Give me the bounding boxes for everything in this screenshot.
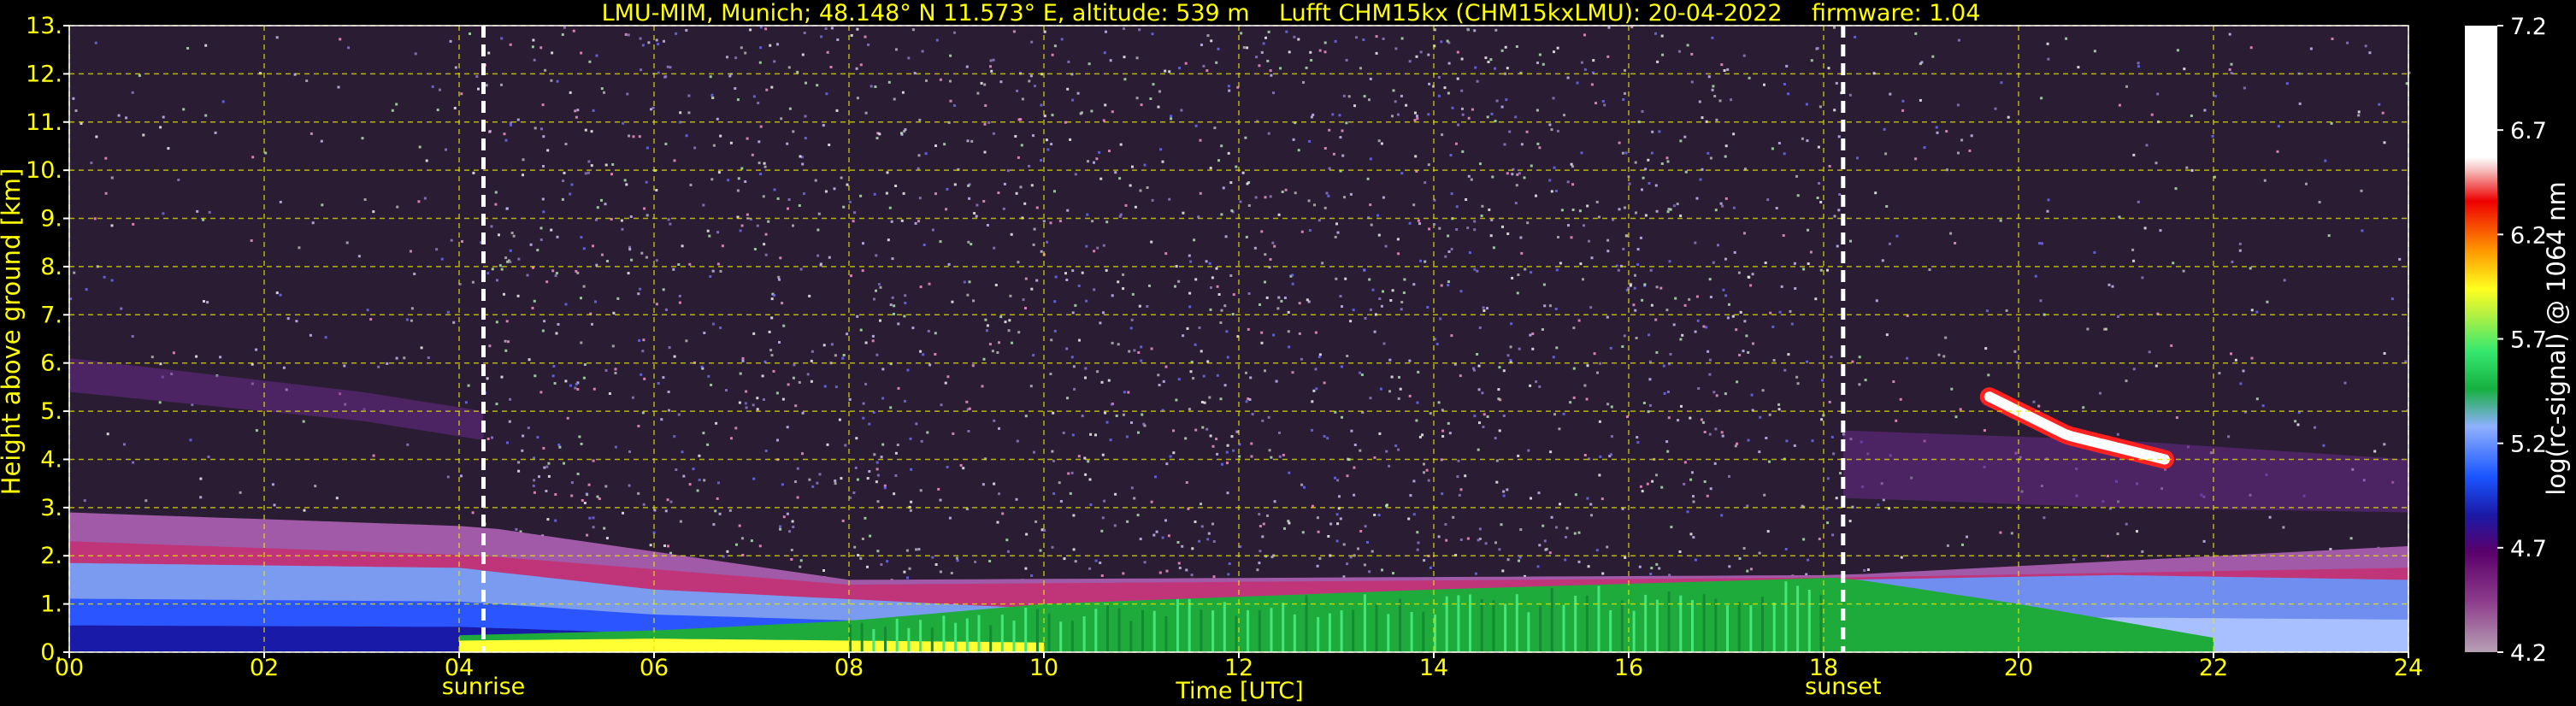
y-tick-label: 11. bbox=[26, 109, 62, 136]
x-axis-label: Time [UTC] bbox=[1175, 678, 1303, 704]
x-tick-label: 22 bbox=[2199, 655, 2228, 681]
y-tick-label: 3. bbox=[40, 495, 62, 521]
x-tick-label: 02 bbox=[250, 655, 279, 681]
x-ticks: 00 02 04 06 08 10 12 14 16 18 20 22 24 bbox=[55, 652, 2423, 681]
x-tick-label: 20 bbox=[2004, 655, 2033, 681]
ceilometer-chart: LMU-MIM, Munich; 48.148° N 11.573° E, al… bbox=[0, 0, 2571, 704]
plot-area bbox=[69, 26, 2411, 652]
y-tick-label: 5. bbox=[40, 398, 62, 425]
x-tick-label: 06 bbox=[640, 655, 669, 681]
y-tick-label: 7. bbox=[40, 302, 62, 328]
chart-title: LMU-MIM, Munich; 48.148° N 11.573° E, al… bbox=[602, 0, 1981, 26]
colorbar-label: log(rc-signal) @ 1064 nm bbox=[2542, 181, 2571, 495]
x-tick-label: 18 bbox=[1809, 655, 1838, 681]
colorbar-ticks: 4.24.75.25.76.26.77.2 bbox=[2497, 14, 2547, 667]
x-tick-label: 04 bbox=[445, 655, 474, 681]
y-tick-label: 8. bbox=[40, 254, 62, 280]
y-tick-label: 6. bbox=[40, 350, 62, 377]
y-tick-label: 10. bbox=[26, 157, 62, 184]
x-tick-label: 08 bbox=[834, 655, 864, 681]
x-tick-label: 14 bbox=[1419, 655, 1448, 681]
colorbar-tick-label: 7.2 bbox=[2510, 14, 2547, 40]
x-tick-label: 10 bbox=[1029, 655, 1058, 681]
colorbar-tick-label: 6.7 bbox=[2510, 118, 2547, 144]
x-tick-label: 24 bbox=[2394, 655, 2423, 681]
y-tick-label: 12. bbox=[26, 61, 62, 87]
y-ticks: 0. 1. 2. 3. 4. 5. 6. 7. 8. 9. 10. 11. 12. 13. bbox=[26, 13, 69, 666]
y-tick-label: 13. bbox=[26, 13, 62, 39]
colorbar bbox=[2465, 26, 2497, 652]
y-tick-label: 0. bbox=[40, 639, 62, 666]
colorbar-tick-label: 4.7 bbox=[2510, 536, 2547, 562]
y-tick-label: 9. bbox=[40, 206, 62, 232]
y-axis-label: Height above ground [km] bbox=[0, 168, 26, 496]
y-tick-label: 1. bbox=[40, 591, 62, 618]
colorbar-tick-label: 4.2 bbox=[2510, 640, 2547, 667]
y-tick-label: 2. bbox=[40, 543, 62, 569]
x-tick-label: 16 bbox=[1614, 655, 1643, 681]
colorbar-gradient bbox=[2465, 26, 2497, 652]
y-tick-label: 4. bbox=[40, 446, 62, 473]
